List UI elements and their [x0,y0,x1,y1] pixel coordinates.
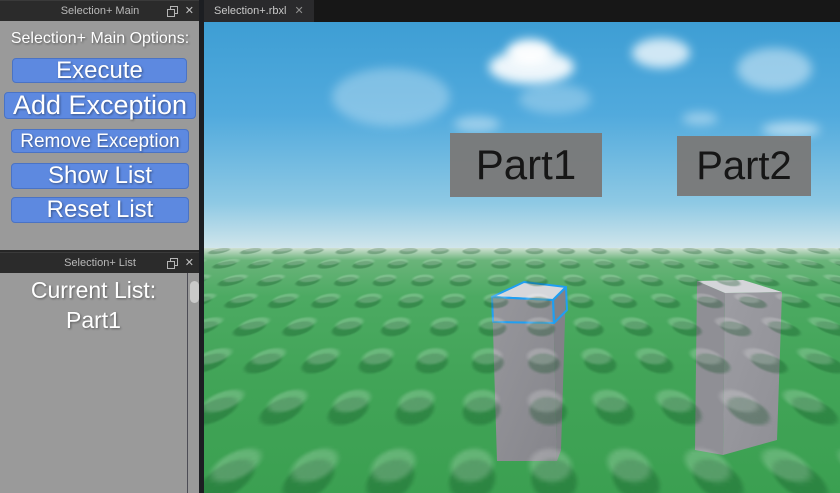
main-options-heading: Selection+ Main Options: [10,30,190,47]
scrollbar-thumb[interactable] [190,281,199,303]
selection-main-body: Selection+ Main Options: Execute Add Exc… [0,21,200,250]
part2-billboard: Part2 [677,136,811,196]
part1-3d[interactable] [491,281,568,461]
current-list-label: Current List: [30,277,157,303]
show-list-button[interactable]: Show List [11,163,189,189]
selection-list-titlebar[interactable]: Selection+ List ✕ [0,252,200,273]
roblox-studio-window: Selection+ Main ✕ Selection+ Main Option… [0,0,840,493]
panel-title: Selection+ List [64,257,136,269]
current-list-item: Part1 [66,307,121,333]
document-area: Selection+.rbxl ✕ Part1 Part2 [204,0,840,493]
remove-exception-button[interactable]: Remove Exception [11,129,189,153]
part1-billboard-label: Part1 [475,141,577,188]
selection-list-panel: Selection+ List ✕ Current List: Part1 [0,252,200,493]
part2-3d[interactable] [695,280,782,455]
close-icon[interactable]: ✕ [185,5,194,17]
document-tabbar: Selection+.rbxl ✕ [204,0,840,22]
3d-viewport[interactable]: Part1 Part2 [204,22,840,493]
close-icon[interactable]: ✕ [185,257,194,269]
selection-list-body: Current List: Part1 [0,273,200,493]
selection-main-panel: Selection+ Main ✕ Selection+ Main Option… [0,0,200,250]
tab-close-icon[interactable]: ✕ [294,5,303,17]
float-window-icon[interactable] [166,5,178,17]
float-window-icon[interactable] [166,257,178,269]
part1-billboard: Part1 [450,133,602,197]
reset-list-button[interactable]: Reset List [11,197,189,223]
selection-main-titlebar[interactable]: Selection+ Main ✕ [0,0,200,21]
part2-billboard-label: Part2 [696,143,792,188]
add-exception-button[interactable]: Add Exception [4,92,196,119]
left-dock: Selection+ Main ✕ Selection+ Main Option… [0,0,200,493]
tab-label: Selection+.rbxl [214,5,287,17]
execute-button[interactable]: Execute [12,58,187,83]
panel-title: Selection+ Main [60,5,140,17]
tab-selection-rbxl[interactable]: Selection+.rbxl ✕ [204,0,314,22]
parts-layer [491,280,782,461]
